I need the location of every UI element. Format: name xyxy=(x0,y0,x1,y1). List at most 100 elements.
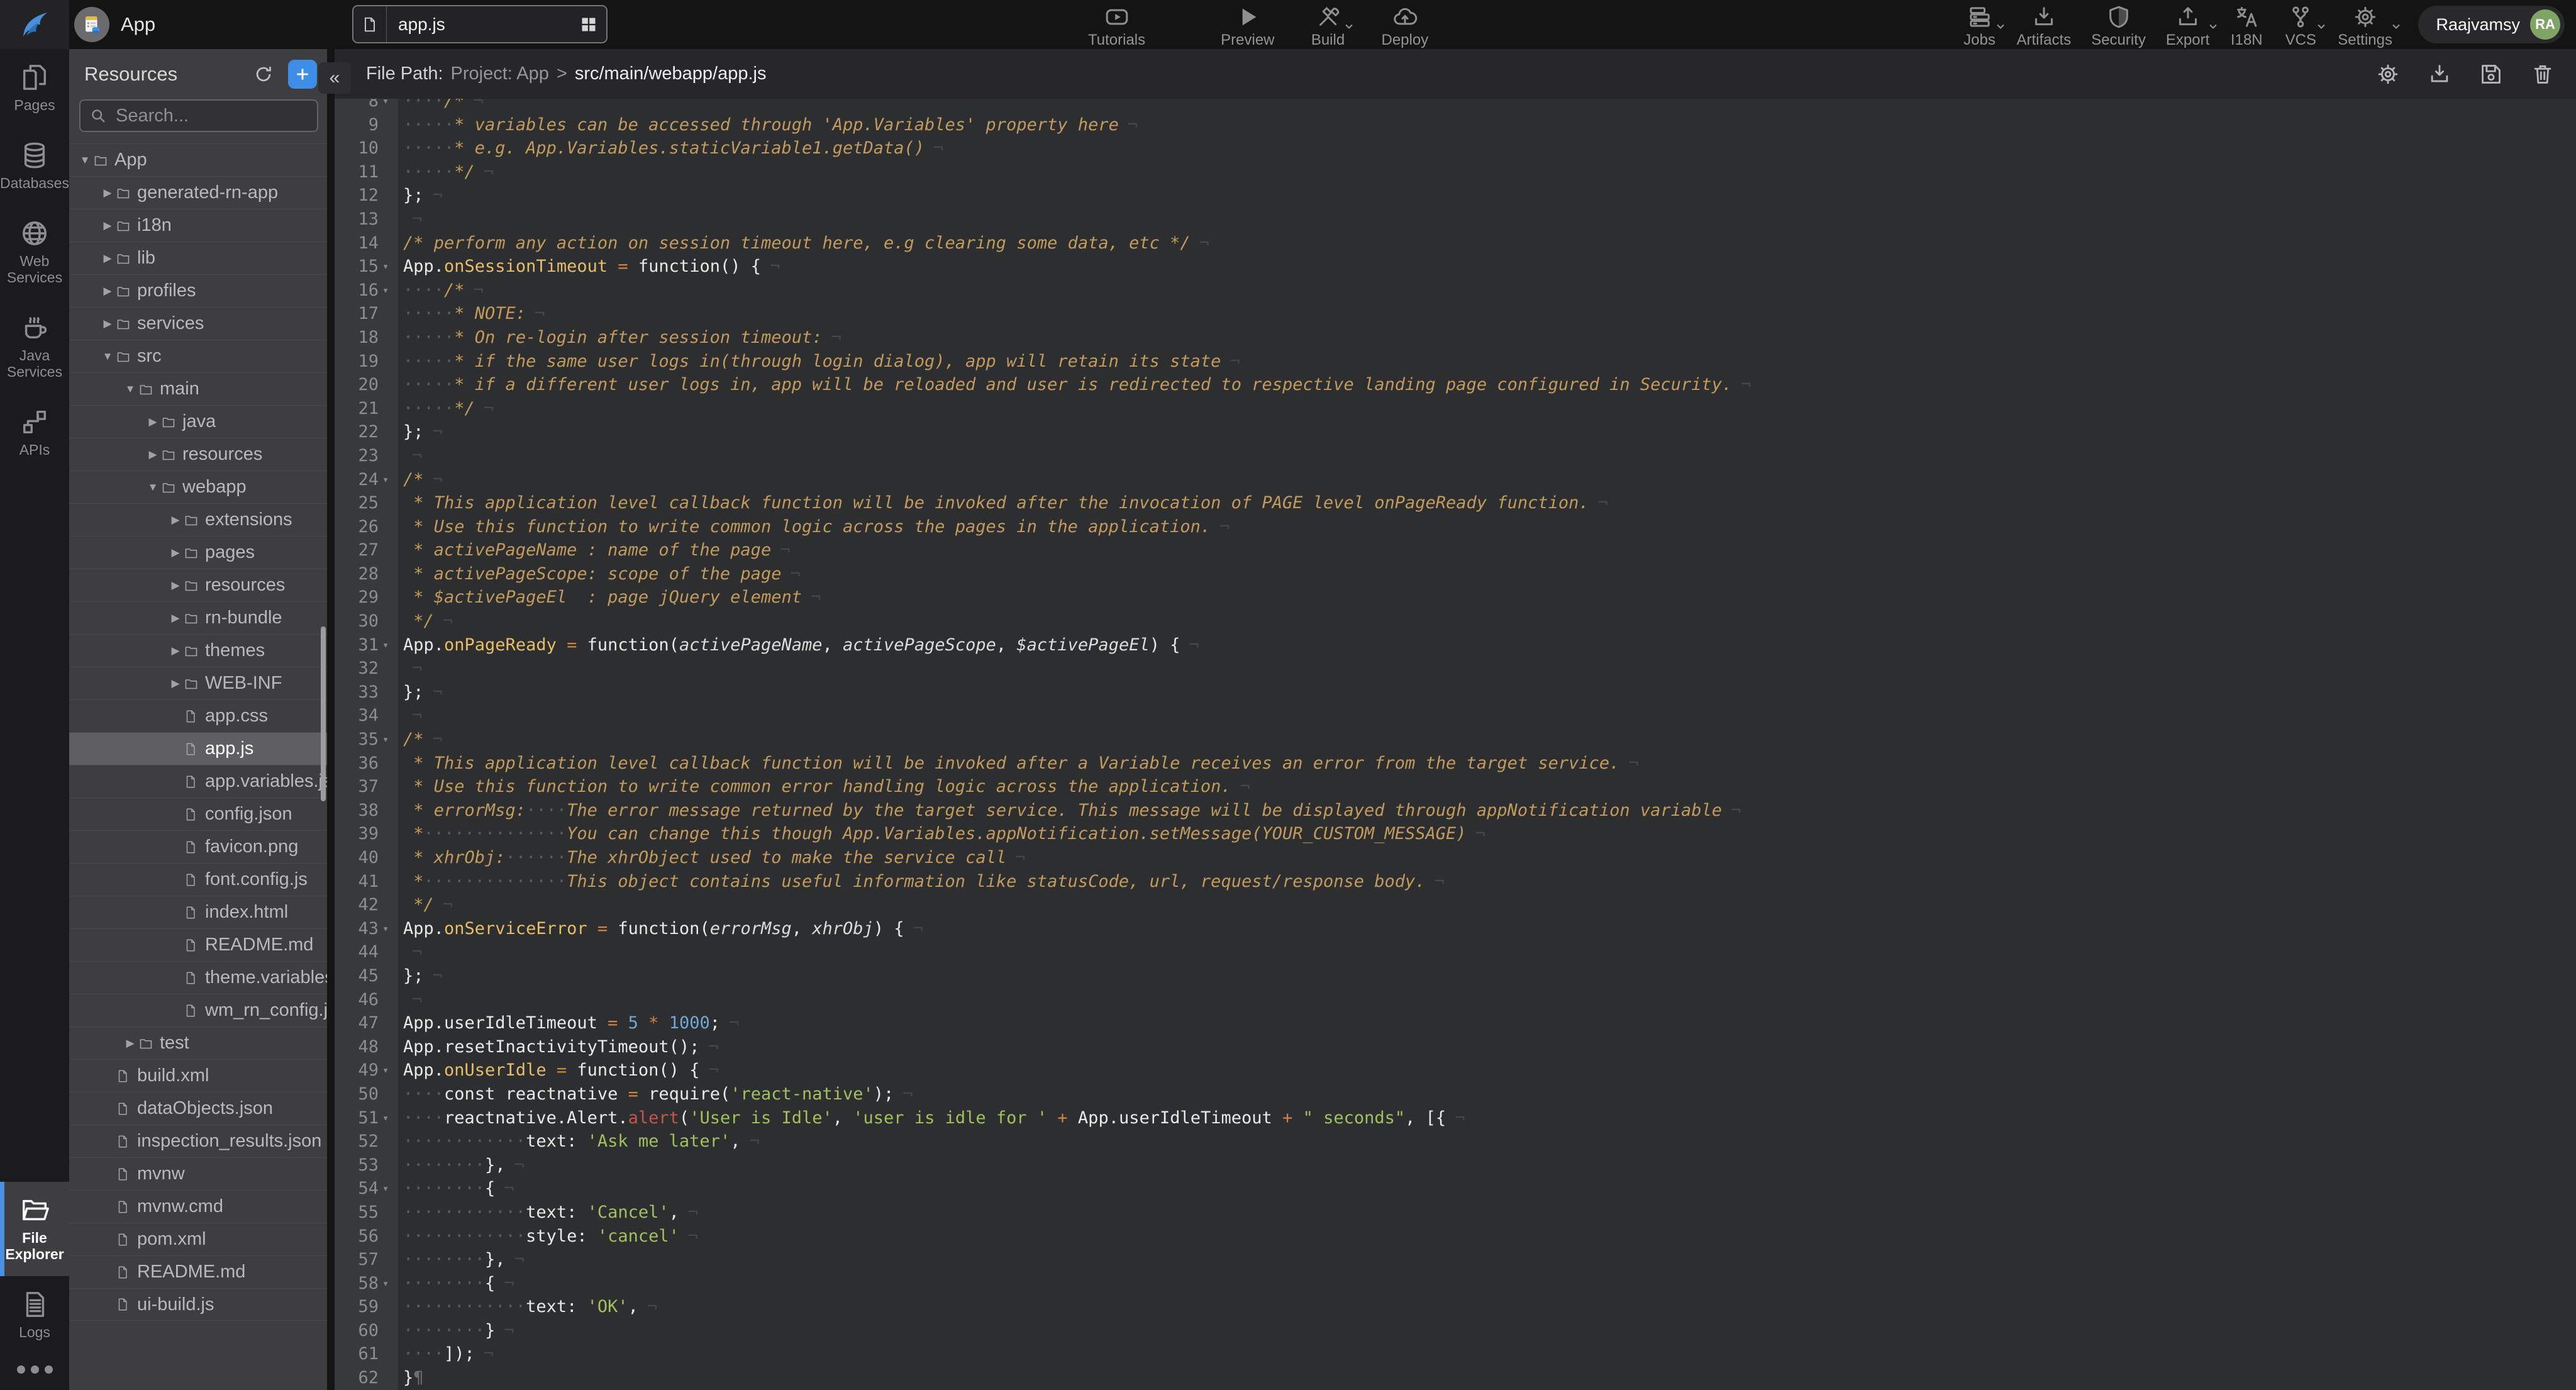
fold-gutter[interactable]: ▾ xyxy=(379,1106,398,1130)
fold-gutter[interactable]: ▾ xyxy=(379,255,398,279)
tree-item-main[interactable]: ▼main xyxy=(69,372,327,405)
tree-item-java[interactable]: ▶java xyxy=(69,405,327,438)
toolbar-label: Security xyxy=(2091,31,2146,49)
tree-item-label: favicon.png xyxy=(205,837,298,857)
code-line-54: 54▾········{ xyxy=(335,1177,2576,1201)
tree-item-test[interactable]: ▶test xyxy=(69,1026,327,1059)
tree-item-services[interactable]: ▶services xyxy=(69,307,327,340)
code-area[interactable]: 8▾····/*9·····* variables can be accesse… xyxy=(335,99,2576,1390)
fold-gutter[interactable]: ▾ xyxy=(379,1177,398,1201)
tree-item-mvnw[interactable]: mvnw xyxy=(69,1157,327,1190)
tree-item-generated-rn-app[interactable]: ▶generated-rn-app xyxy=(69,176,327,209)
tree-item-src[interactable]: ▼src xyxy=(69,340,327,372)
tree-item-README.md[interactable]: README.md xyxy=(69,1255,327,1288)
download-file-button[interactable] xyxy=(2428,62,2451,86)
tree-item-pages[interactable]: ▶pages xyxy=(69,536,327,569)
tree-item-wm_rn_config.js[interactable]: wm_rn_config.js xyxy=(69,994,327,1026)
fold-gutter[interactable]: ▾ xyxy=(379,99,398,113)
fold-gutter[interactable]: ▾ xyxy=(379,1272,398,1296)
tree-item-app.js[interactable]: app.js xyxy=(69,732,327,765)
fold-gutter[interactable]: ▾ xyxy=(379,633,398,657)
tree-scrollbar[interactable] xyxy=(321,626,326,801)
tree-item-font.config.js[interactable]: font.config.js xyxy=(69,863,327,896)
pages-icon xyxy=(20,63,49,92)
refresh-icon[interactable] xyxy=(253,64,274,85)
toolbar-preview-button[interactable]: Preview xyxy=(1221,3,1274,49)
tree-item-inspection_results.json[interactable]: inspection_results.json xyxy=(69,1125,327,1157)
tree-item-label: test xyxy=(160,1033,189,1054)
tree-item-App[interactable]: ▼App xyxy=(69,143,327,176)
tree-item-dataObjects.json[interactable]: dataObjects.json xyxy=(69,1092,327,1125)
fold-gutter[interactable]: ▾ xyxy=(379,468,398,492)
sidebar-item-pages[interactable]: Pages xyxy=(0,49,69,127)
line-number: 53 xyxy=(335,1154,379,1177)
tree-item-i18n[interactable]: ▶i18n xyxy=(69,209,327,242)
sidebar-item-logs[interactable]: Logs xyxy=(0,1276,69,1354)
toolbar-export-button[interactable]: Export xyxy=(2166,3,2209,49)
tree-item-lib[interactable]: ▶lib xyxy=(69,242,327,274)
tree-item-WEB-INF[interactable]: ▶WEB-INF xyxy=(69,667,327,699)
tree-item-ui-build.js[interactable]: ui-build.js xyxy=(69,1288,327,1321)
tree-item-webapp[interactable]: ▼webapp xyxy=(69,470,327,503)
add-resource-button[interactable] xyxy=(288,60,317,89)
line-number: 14 xyxy=(335,231,379,255)
code-line-27: 27 * activePageName : name of the page xyxy=(335,538,2576,562)
tree-item-theme.variables.less[interactable]: theme.variables.less xyxy=(69,961,327,994)
tree-item-extensions[interactable]: ▶extensions xyxy=(69,503,327,536)
sidebar-item-apis[interactable]: APIs xyxy=(0,394,69,472)
tree-item-resources[interactable]: ▶resources xyxy=(69,569,327,601)
tree-item-resources[interactable]: ▶resources xyxy=(69,438,327,470)
tree-item-favicon.png[interactable]: favicon.png xyxy=(69,830,327,863)
tree-item-label: App xyxy=(114,150,147,170)
resource-search[interactable] xyxy=(79,99,318,132)
tree-item-app.css[interactable]: app.css xyxy=(69,699,327,732)
toolbar-i18n-button[interactable]: I18N xyxy=(2229,3,2263,49)
split-view-icon[interactable] xyxy=(580,16,606,33)
fold-gutter[interactable]: ▾ xyxy=(379,279,398,303)
toolbar-deploy-button[interactable]: Deploy xyxy=(1382,3,1429,49)
brand-logo[interactable] xyxy=(0,0,69,49)
tree-item-themes[interactable]: ▶themes xyxy=(69,634,327,667)
tree-chevron-icon: ▶ xyxy=(99,220,116,232)
fold-gutter xyxy=(379,657,398,681)
toolbar-artifacts-button[interactable]: Artifacts xyxy=(2017,3,2072,49)
user-menu[interactable]: Raajvamsy RA xyxy=(2418,6,2565,43)
project-name: App xyxy=(121,13,155,36)
sidebar-item-databases[interactable]: Databases xyxy=(0,127,69,205)
toolbar-tutorials-button[interactable]: Tutorials xyxy=(1088,3,1145,49)
tree-item-README.md[interactable]: README.md xyxy=(69,928,327,961)
toolbar-jobs-button[interactable]: Jobs xyxy=(1963,3,1997,49)
fold-marker-icon: ▾ xyxy=(382,1177,389,1201)
toolbar-settings-button[interactable]: Settings xyxy=(2338,3,2392,49)
fold-gutter xyxy=(379,1154,398,1177)
more-options-icon[interactable] xyxy=(0,1354,69,1390)
toolbar-build-button[interactable]: Build xyxy=(1311,3,1345,49)
tree-item-build.xml[interactable]: build.xml xyxy=(69,1059,327,1092)
tree-chevron-icon: ▶ xyxy=(99,318,116,330)
search-input[interactable] xyxy=(114,105,308,127)
chevron-down-icon xyxy=(2315,20,2328,33)
tree-item-pom.xml[interactable]: pom.xml xyxy=(69,1223,327,1255)
toolbar-vcs-button[interactable]: VCS xyxy=(2284,3,2318,49)
tab-app-js[interactable]: app.js xyxy=(352,5,608,43)
fold-gutter[interactable]: ▾ xyxy=(379,1059,398,1082)
tree-item-mvnw.cmd[interactable]: mvnw.cmd xyxy=(69,1190,327,1223)
trash-icon xyxy=(2531,62,2555,86)
toolbar-security-button[interactable]: Security xyxy=(2091,3,2146,49)
fold-gutter[interactable]: ▾ xyxy=(379,728,398,752)
delete-file-button[interactable] xyxy=(2531,62,2555,86)
tree-item-rn-bundle[interactable]: ▶rn-bundle xyxy=(69,601,327,634)
editor-settings-button[interactable] xyxy=(2376,62,2400,86)
sidebar-item-file-explorer[interactable]: FileExplorer xyxy=(0,1182,69,1276)
tree-item-index.html[interactable]: index.html xyxy=(69,896,327,928)
fold-gutter[interactable]: ▾ xyxy=(379,917,398,941)
tree-item-profiles[interactable]: ▶profiles xyxy=(69,274,327,307)
tree-item-config.json[interactable]: config.json xyxy=(69,798,327,830)
save-file-button[interactable] xyxy=(2479,62,2503,86)
project-switcher[interactable]: App xyxy=(74,0,326,49)
sidebar-item-web-services[interactable]: WebServices xyxy=(0,205,69,299)
tree-item-app.variables.js[interactable]: app.variables.js xyxy=(69,765,327,798)
collapse-panel-button[interactable]: « xyxy=(318,62,351,94)
search-icon xyxy=(89,107,107,125)
sidebar-item-java-services[interactable]: JavaServices xyxy=(0,299,69,394)
